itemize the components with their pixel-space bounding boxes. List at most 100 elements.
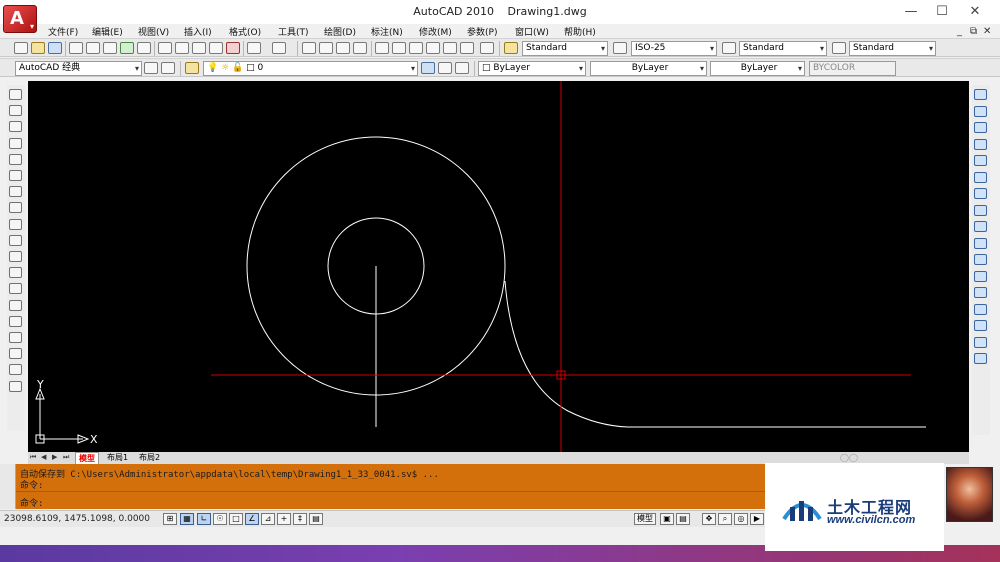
steering-wheel-icon[interactable]: ◎ <box>734 513 748 525</box>
gradient-icon[interactable] <box>9 332 22 343</box>
table-icon[interactable] <box>9 364 22 376</box>
make-object-layer-current-icon[interactable] <box>421 62 435 74</box>
menu-modify[interactable]: 修改(M) <box>419 25 452 38</box>
menu-draw[interactable]: 绘图(D) <box>324 25 356 38</box>
move-icon[interactable] <box>974 171 987 183</box>
coordinate-readout[interactable]: 23098.6109, 1475.1098, 0.0000 <box>4 514 150 524</box>
hatch-icon[interactable] <box>9 315 22 327</box>
dynamic-input-icon[interactable]: + <box>277 513 291 525</box>
join-icon[interactable] <box>974 303 987 315</box>
ortho-mode-icon[interactable]: ∟ <box>197 513 211 525</box>
doc-close-button[interactable]: ✕ <box>983 26 991 37</box>
command-window-grip[interactable] <box>0 464 16 509</box>
fillet-icon[interactable] <box>974 336 987 348</box>
region-icon[interactable] <box>9 348 22 360</box>
layer-state-icon[interactable] <box>455 62 469 74</box>
polyline-icon[interactable] <box>9 121 22 133</box>
drawing-canvas[interactable]: Y X <box>28 81 969 452</box>
sheet-set-manager-icon[interactable] <box>426 42 440 54</box>
3d-dwf-icon[interactable] <box>120 42 134 54</box>
quickcalc-icon[interactable] <box>460 42 474 54</box>
multiline-text-icon[interactable] <box>9 380 22 392</box>
zoom-realtime-icon[interactable] <box>319 42 333 54</box>
dynamic-ucs-icon[interactable]: ⊿ <box>261 513 275 525</box>
menu-edit[interactable]: 编辑(E) <box>92 25 123 38</box>
minimize-button[interactable]: — <box>897 2 925 22</box>
tangent-curve[interactable] <box>504 280 926 428</box>
insert-block-icon[interactable] <box>9 267 22 279</box>
showmotion-icon[interactable]: ▶ <box>750 513 764 525</box>
maximize-button[interactable]: ☐ <box>928 2 956 22</box>
help-icon[interactable] <box>480 42 494 54</box>
new-icon[interactable] <box>14 42 28 54</box>
layer-properties-icon[interactable] <box>185 62 199 74</box>
make-block-icon[interactable] <box>9 283 22 295</box>
save-icon[interactable] <box>48 42 62 54</box>
stretch-icon[interactable] <box>974 221 987 232</box>
model-space-button[interactable]: 模型 <box>634 513 656 525</box>
markup-icon[interactable] <box>443 42 457 54</box>
tab-last-button[interactable]: ⏭ <box>63 453 69 462</box>
lineweight-select[interactable]: ByLayer ▾ <box>710 61 805 76</box>
plot-preview-icon[interactable] <box>86 42 100 54</box>
table-style-select[interactable]: Standard ▾ <box>739 41 827 56</box>
multileader-style-select[interactable]: Standard ▾ <box>849 41 936 56</box>
workspace-select[interactable]: AutoCAD 经典 ▾ <box>15 61 142 76</box>
break-at-point-icon[interactable] <box>974 270 987 282</box>
close-button[interactable]: ✕ <box>961 2 989 22</box>
ellipse-arc-icon[interactable] <box>9 251 22 262</box>
chamfer-icon[interactable] <box>974 320 987 331</box>
arc-icon[interactable] <box>9 170 22 181</box>
copy-icon[interactable] <box>175 42 189 54</box>
quick-view-drawings-icon[interactable]: ▤ <box>676 513 690 525</box>
menu-window[interactable]: 窗口(W) <box>515 25 549 38</box>
zoom-previous-icon[interactable] <box>353 42 367 54</box>
tab-prev-button[interactable]: ◀ <box>41 453 46 461</box>
menu-help[interactable]: 帮助(H) <box>564 25 596 38</box>
grid-display-icon[interactable]: ▦ <box>180 513 194 525</box>
snap-mode-icon[interactable]: ⊞ <box>163 513 177 525</box>
zoom-window-icon[interactable] <box>336 42 350 54</box>
dim-style-select[interactable]: ISO-25 ▾ <box>631 41 717 56</box>
workspace-settings-icon[interactable] <box>144 62 158 74</box>
tab-model[interactable]: 模型 <box>75 452 99 464</box>
spline-icon[interactable] <box>9 218 22 230</box>
menu-file[interactable]: 文件(F) <box>48 25 78 38</box>
zoom-icon[interactable]: ⌕ <box>718 513 732 525</box>
line-icon[interactable] <box>9 89 22 100</box>
layer-select[interactable]: 💡 ☼ 🔓 □ 0 ▾ <box>203 61 418 76</box>
tool-palettes-icon[interactable] <box>409 42 423 54</box>
menu-format[interactable]: 格式(O) <box>229 25 261 38</box>
redo-icon[interactable] <box>272 42 286 54</box>
object-snap-icon[interactable]: □ <box>229 513 243 525</box>
array-icon[interactable] <box>974 155 987 166</box>
object-snap-tracking-icon[interactable]: ∠ <box>245 513 259 525</box>
workspace-save-icon[interactable] <box>161 62 175 74</box>
mirror-icon[interactable] <box>974 122 987 133</box>
construction-line-icon[interactable] <box>9 105 22 117</box>
quick-properties-icon[interactable]: ▤ <box>309 513 323 525</box>
menu-view[interactable]: 视图(V) <box>138 25 169 38</box>
extend-icon[interactable] <box>974 254 987 265</box>
tab-first-button[interactable]: ⏮ <box>30 453 36 462</box>
menu-tools[interactable]: 工具(T) <box>278 25 309 38</box>
explode-icon[interactable] <box>974 353 987 364</box>
block-editor-icon[interactable] <box>226 42 240 54</box>
tab-layout1[interactable]: 布局1 <box>104 452 131 464</box>
rectangle-icon[interactable] <box>9 153 22 165</box>
pan-icon[interactable] <box>302 42 316 54</box>
sheet-set-icon[interactable] <box>137 42 151 54</box>
quick-view-layouts-icon[interactable]: ▣ <box>660 513 674 525</box>
offset-icon[interactable] <box>974 138 987 150</box>
scale-icon[interactable] <box>974 204 987 216</box>
color-select[interactable]: □ ByLayer ▾ <box>478 61 586 76</box>
paste-icon[interactable] <box>192 42 206 54</box>
rotate-icon[interactable] <box>974 188 987 199</box>
circle-icon[interactable] <box>9 186 22 198</box>
tab-layout2[interactable]: 布局2 <box>136 452 163 464</box>
copy-icon[interactable] <box>974 105 987 117</box>
properties-icon[interactable] <box>375 42 389 54</box>
erase-icon[interactable] <box>974 89 987 100</box>
trim-icon[interactable] <box>974 237 987 249</box>
menu-insert[interactable]: 插入(I) <box>184 25 212 38</box>
